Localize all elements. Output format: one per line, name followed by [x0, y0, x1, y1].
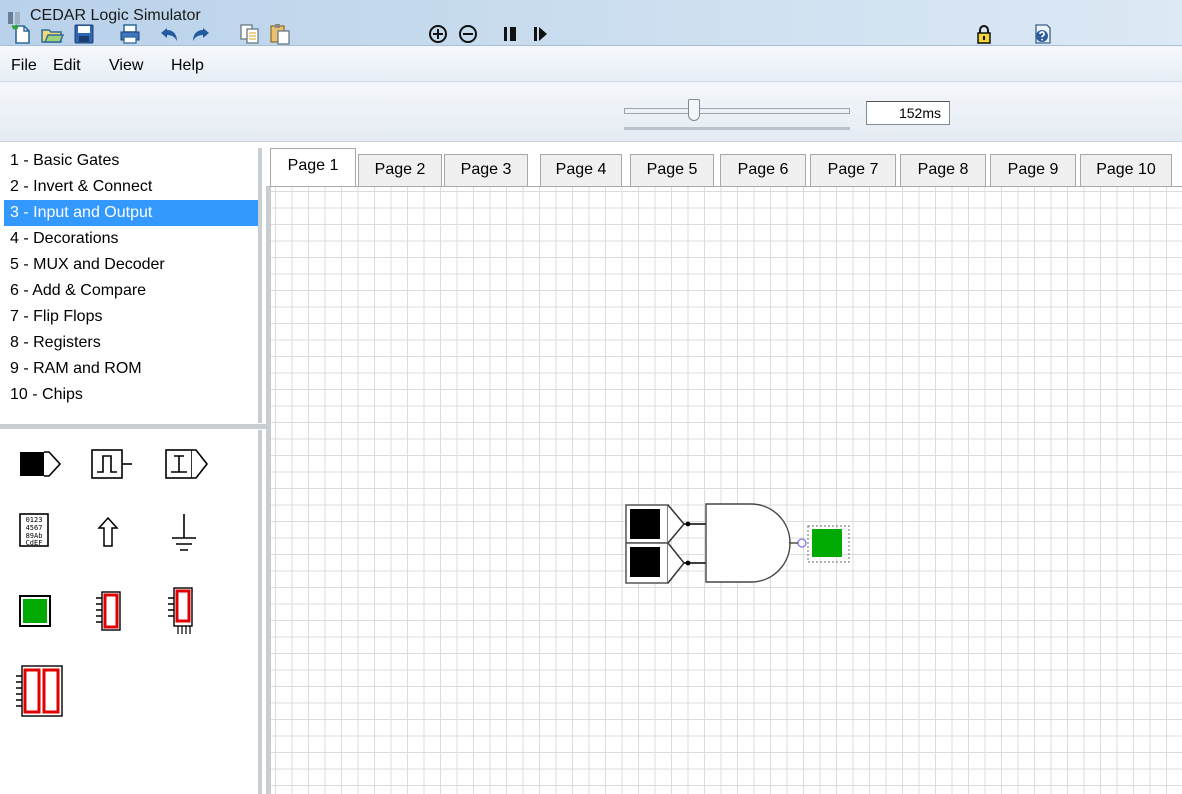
palette-category[interactable]: 9 - RAM and ROM: [4, 356, 258, 382]
palette-category[interactable]: 7 - Flip Flops: [4, 304, 258, 330]
tab-page-10[interactable]: Page 10: [1080, 154, 1172, 186]
open-icon[interactable]: [40, 22, 64, 46]
save-icon[interactable]: [72, 22, 96, 46]
palette-category[interactable]: 4 - Decorations: [4, 226, 258, 252]
output-connection[interactable]: [789, 538, 807, 548]
tab-page-4[interactable]: Page 4: [540, 154, 622, 186]
copy-icon[interactable]: [238, 22, 262, 46]
tab-page-9[interactable]: Page 9: [990, 154, 1076, 186]
led-component[interactable]: [807, 525, 850, 563]
led-icon[interactable]: [19, 595, 51, 627]
seven-segment-dp-icon[interactable]: [168, 587, 193, 634]
pulse-icon[interactable]: [165, 449, 209, 479]
speed-slider-line: [624, 127, 850, 130]
palette-category[interactable]: 1 - Basic Gates: [4, 148, 258, 174]
paste-icon[interactable]: [268, 22, 292, 46]
redo-icon[interactable]: [188, 22, 212, 46]
palette-category[interactable]: 5 - MUX and Decoder: [4, 252, 258, 278]
toggle-component[interactable]: [625, 542, 685, 584]
palette-splitter[interactable]: [0, 424, 266, 429]
palette-category[interactable]: 2 - Invert & Connect: [4, 174, 258, 200]
page-tabs: Page 1 Page 2 Page 3 Page 4 Page 5 Page …: [270, 148, 1182, 186]
tab-page-7[interactable]: Page 7: [810, 154, 896, 186]
palette-category[interactable]: 8 - Registers: [4, 330, 258, 356]
keypad-label: 0123: [26, 516, 43, 524]
lock-icon[interactable]: [972, 22, 996, 46]
toolbar: [0, 82, 1182, 142]
keypad-label: 4567: [26, 524, 43, 532]
palette-category-list: 1 - Basic Gates 2 - Invert & Connect 3 -…: [4, 148, 262, 423]
tab-page-3[interactable]: Page 3: [444, 154, 528, 186]
print-icon[interactable]: [118, 22, 142, 46]
zoom-in-icon[interactable]: [426, 22, 450, 46]
menu-edit[interactable]: Edit: [53, 57, 81, 75]
tab-page-5[interactable]: Page 5: [630, 154, 714, 186]
menu-view[interactable]: View: [109, 57, 143, 75]
tab-page-6[interactable]: Page 6: [720, 154, 806, 186]
palette-category[interactable]: 6 - Add & Compare: [4, 278, 258, 304]
palette-category-selected[interactable]: 3 - Input and Output: [4, 200, 258, 226]
menu-help[interactable]: Help: [171, 57, 204, 75]
toggle-icon[interactable]: [20, 451, 62, 477]
clock-icon[interactable]: [91, 449, 132, 479]
speed-slider-track[interactable]: [624, 108, 850, 114]
tab-page-1[interactable]: Page 1: [270, 148, 356, 186]
menu-file[interactable]: File: [11, 57, 37, 75]
wire[interactable]: [684, 521, 706, 566]
toggle-component[interactable]: [625, 504, 685, 544]
tab-page-2[interactable]: Page 2: [358, 154, 442, 186]
dual-seven-segment-icon[interactable]: [16, 665, 63, 717]
ground-icon[interactable]: [172, 514, 196, 551]
help-icon[interactable]: [1030, 22, 1054, 46]
seven-segment-icon[interactable]: [96, 591, 121, 631]
step-icon[interactable]: [530, 22, 554, 46]
menu-bar: File Edit View Help: [0, 46, 1182, 82]
pause-icon[interactable]: [500, 22, 524, 46]
speed-readout[interactable]: 152ms: [866, 101, 950, 125]
new-icon[interactable]: [10, 22, 34, 46]
tab-page-8[interactable]: Page 8: [900, 154, 986, 186]
palette-category[interactable]: 10 - Chips: [4, 382, 258, 408]
undo-icon[interactable]: [158, 22, 182, 46]
keypad-label: CdEF: [26, 539, 43, 547]
zoom-out-icon[interactable]: [456, 22, 480, 46]
component-gallery: 0123 4567 89Ab CdEF: [4, 430, 262, 794]
speed-slider-thumb[interactable]: [688, 99, 701, 121]
gallery-canvas: 0123 4567 89Ab CdEF: [16, 449, 209, 717]
keypad-icon[interactable]: 0123 4567 89Ab CdEF: [19, 513, 49, 547]
circuit-drawing: [625, 503, 850, 584]
pull-up-icon[interactable]: [97, 516, 119, 547]
and-gate[interactable]: [705, 503, 791, 583]
